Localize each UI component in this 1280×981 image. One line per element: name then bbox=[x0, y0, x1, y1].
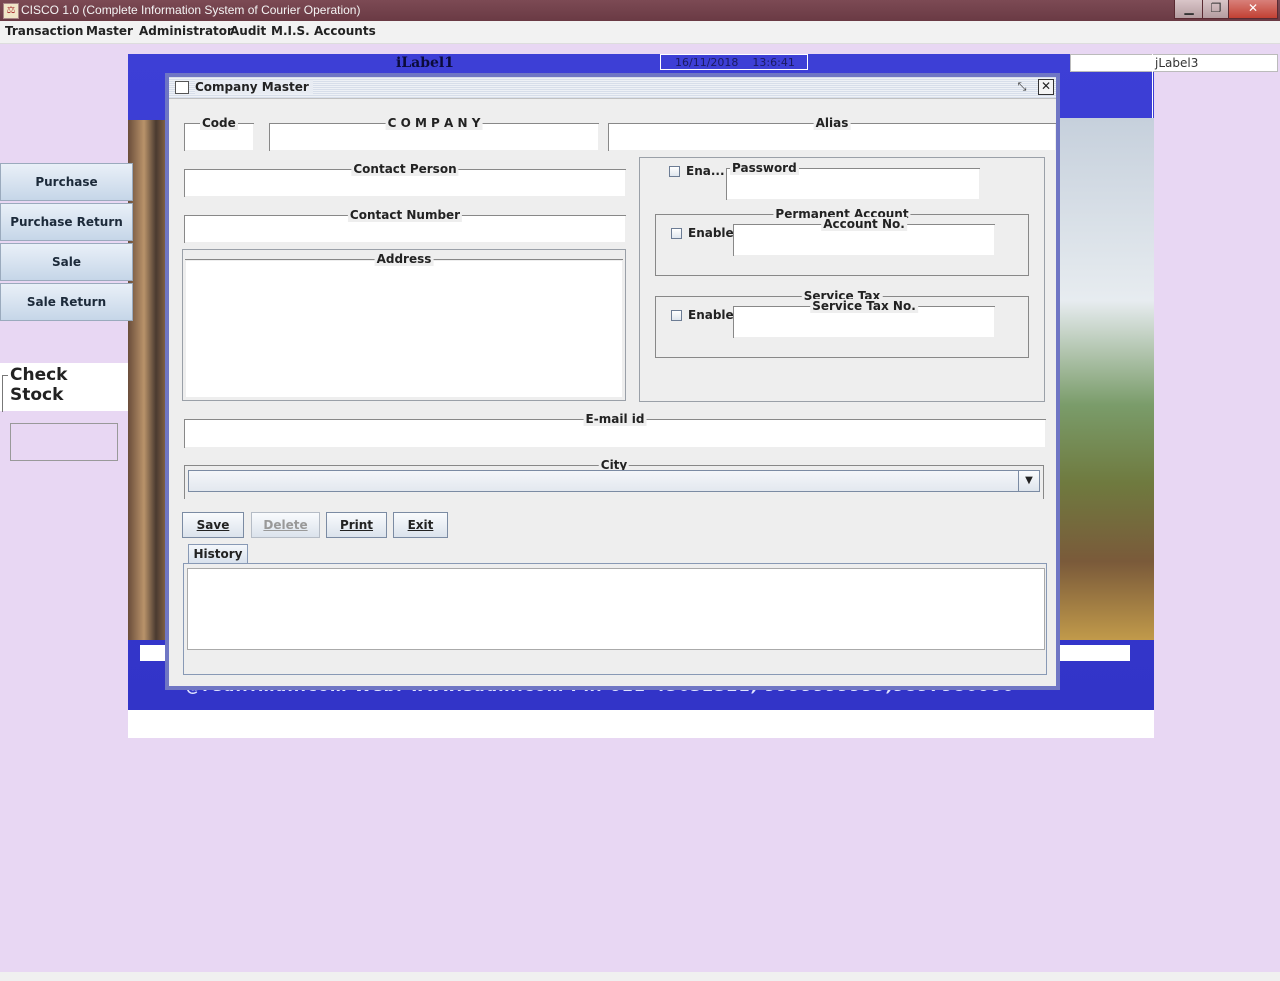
sale-button[interactable]: Sale bbox=[0, 243, 133, 281]
window-title-bar: ⚖ CISCO 1.0 (Complete Information System… bbox=[0, 0, 1280, 21]
purchase-button[interactable]: Purchase bbox=[0, 163, 133, 201]
border-left bbox=[184, 215, 185, 243]
exit-button[interactable]: Exit bbox=[393, 512, 448, 538]
account-enable-label: Enable bbox=[688, 226, 734, 240]
time-label: 13:6:41 bbox=[752, 56, 795, 69]
alias-label: Alias bbox=[813, 116, 851, 130]
app-icon: ⚖ bbox=[3, 3, 19, 19]
divider bbox=[1152, 54, 1153, 118]
service-tax-no-group: Service Tax No. bbox=[733, 298, 995, 338]
minimize-button[interactable]: ▁ bbox=[1174, 0, 1204, 19]
address-label: Address bbox=[374, 252, 434, 266]
email-label: E-mail id bbox=[583, 412, 647, 426]
company-master-content: Company Master ⤡ ✕ Code C O M P A N Y Al… bbox=[169, 77, 1056, 686]
close-button[interactable]: ✕ bbox=[1228, 0, 1278, 19]
save-button[interactable]: Save bbox=[182, 512, 244, 538]
check-stock-field[interactable] bbox=[10, 423, 118, 461]
frame-title-bar[interactable]: Company Master ⤡ ✕ bbox=[169, 77, 1056, 99]
date-label: 16/11/2018 bbox=[675, 56, 739, 69]
restore-icon[interactable]: ⤡ bbox=[1015, 80, 1029, 94]
frame-window-icon bbox=[175, 81, 189, 94]
chevron-down-icon[interactable]: ▼ bbox=[1018, 471, 1039, 491]
border-left bbox=[608, 123, 609, 151]
code-label: Code bbox=[200, 116, 238, 130]
company-group: C O M P A N Y bbox=[269, 115, 599, 151]
border-right bbox=[1043, 465, 1044, 499]
account-no-group: Account No. bbox=[733, 216, 995, 256]
border-right bbox=[1028, 214, 1029, 276]
date-time-label: 16/11/2018 13:6:41 bbox=[660, 54, 808, 70]
frame-title: Company Master bbox=[195, 80, 313, 94]
company-master-frame: Company Master ⤡ ✕ Code C O M P A N Y Al… bbox=[165, 73, 1060, 690]
menu-audit[interactable]: Audit bbox=[230, 24, 266, 38]
border-left bbox=[733, 306, 734, 338]
menu-mis[interactable]: M.I.S. bbox=[271, 24, 310, 38]
check-stock-label: Check Stock bbox=[8, 365, 128, 405]
window-title: CISCO 1.0 (Complete Information System o… bbox=[21, 3, 361, 17]
menu-transaction[interactable]: Transaction bbox=[5, 24, 83, 38]
tab-history[interactable]: History bbox=[188, 544, 248, 564]
border-right bbox=[1028, 296, 1029, 358]
border-left bbox=[733, 224, 734, 256]
city-group: City ▼ bbox=[184, 457, 1044, 499]
print-button[interactable]: Print bbox=[326, 512, 387, 538]
border-left bbox=[184, 169, 185, 197]
sale-return-button[interactable]: Sale Return bbox=[0, 283, 133, 321]
permanent-account-group: Permanent Account Enable Account No. bbox=[655, 206, 1029, 276]
address-textarea[interactable] bbox=[186, 261, 622, 397]
border-left bbox=[184, 465, 185, 499]
city-combobox[interactable]: ▼ bbox=[188, 470, 1040, 492]
history-panel bbox=[183, 563, 1047, 675]
check-stock-group: Check Stock bbox=[0, 363, 128, 413]
service-tax-no-label: Service Tax No. bbox=[810, 299, 918, 313]
company-label: C O M P A N Y bbox=[385, 116, 483, 130]
purchase-return-button[interactable]: Purchase Return bbox=[0, 203, 133, 241]
frame-close-icon[interactable]: ✕ bbox=[1038, 79, 1054, 95]
service-tax-enable-label: Enable bbox=[688, 308, 734, 322]
service-tax-group: Service Tax Enable Service Tax No. bbox=[655, 288, 1029, 358]
password-group: Password bbox=[726, 160, 980, 200]
contact-person-label: Contact Person bbox=[351, 162, 459, 176]
border-left bbox=[184, 123, 185, 151]
account-enable-checkbox[interactable] bbox=[671, 228, 682, 239]
address-group: Address bbox=[182, 249, 626, 401]
ilabel1: iLabel1 bbox=[396, 55, 454, 71]
alias-group: Alias bbox=[608, 115, 1056, 151]
password-label: Password bbox=[730, 161, 799, 175]
banner-photo-right bbox=[1058, 118, 1154, 640]
password-enable-label: Ena... bbox=[686, 164, 725, 178]
border-bottom bbox=[655, 357, 1029, 358]
menu-master[interactable]: Master bbox=[86, 24, 133, 38]
code-group: Code bbox=[184, 115, 254, 151]
border-left bbox=[655, 214, 656, 276]
service-tax-enable-checkbox[interactable] bbox=[671, 310, 682, 321]
delete-button[interactable]: Delete bbox=[251, 512, 320, 538]
password-enable-checkbox[interactable] bbox=[669, 166, 680, 177]
menu-bar: Transaction Master Administrator Audit M… bbox=[0, 21, 1280, 44]
banner-photo-left bbox=[128, 120, 168, 640]
jlabel3: jLabel3 bbox=[1155, 56, 1199, 70]
border-left bbox=[655, 296, 656, 358]
status-strip bbox=[0, 972, 1280, 981]
border-left bbox=[184, 419, 185, 448]
email-group: E-mail id bbox=[184, 411, 1046, 448]
footer-field-right bbox=[1058, 645, 1130, 661]
contact-number-label: Contact Number bbox=[347, 208, 463, 222]
menu-accounts[interactable]: Accounts bbox=[314, 24, 376, 38]
account-no-label: Account No. bbox=[821, 217, 907, 231]
options-panel: Ena... Password Permanent Account Enable… bbox=[639, 157, 1045, 402]
border-left bbox=[269, 123, 270, 151]
contact-person-group: Contact Person bbox=[184, 161, 626, 197]
maximize-button[interactable]: ❐ bbox=[1202, 0, 1230, 19]
border-bottom bbox=[655, 275, 1029, 276]
history-textarea[interactable] bbox=[187, 568, 1045, 650]
contact-number-group: Contact Number bbox=[184, 207, 626, 243]
border-left bbox=[726, 168, 727, 200]
menu-administrator[interactable]: Administrator bbox=[139, 24, 233, 38]
